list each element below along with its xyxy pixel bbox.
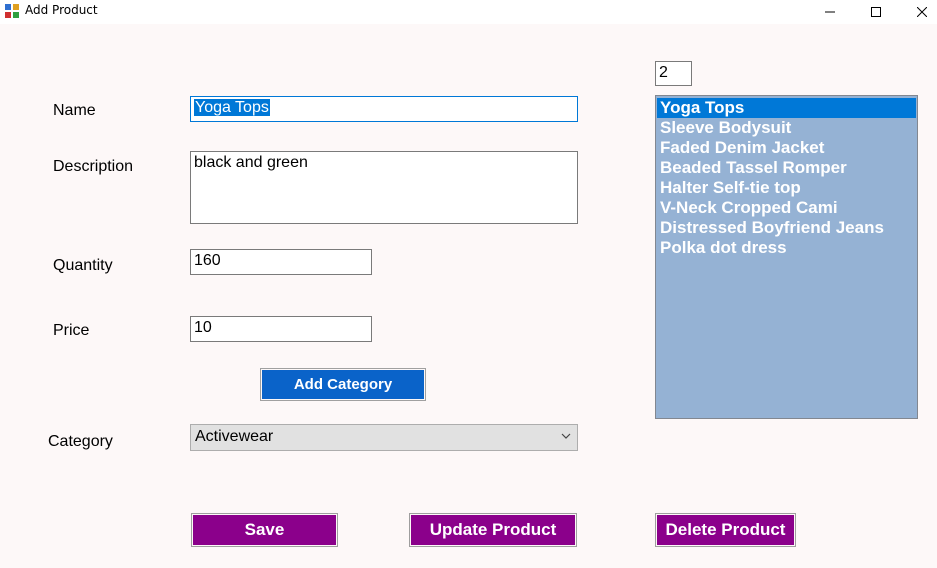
list-item[interactable]: V-Neck Cropped Cami	[657, 198, 916, 218]
name-value: Yoga Tops	[194, 99, 270, 116]
list-item[interactable]: Distressed Boyfriend Jeans	[657, 218, 916, 238]
product-listbox[interactable]: Yoga Tops Sleeve Bodysuit Faded Denim Ja…	[655, 95, 918, 419]
list-item[interactable]: Polka dot dress	[657, 238, 916, 258]
add-category-button[interactable]: Add Category	[260, 368, 426, 401]
list-item[interactable]: Faded Denim Jacket	[657, 138, 916, 158]
category-select[interactable]: Activewear	[190, 424, 578, 451]
app-icon	[5, 4, 19, 18]
close-button[interactable]	[899, 0, 937, 24]
description-value: black and green	[194, 154, 308, 171]
list-item[interactable]: Yoga Tops	[657, 98, 916, 118]
list-item[interactable]: Sleeve Bodysuit	[657, 118, 916, 138]
description-label: Description	[53, 158, 134, 175]
minimize-button[interactable]	[807, 0, 853, 24]
window-title: Add Product	[25, 3, 98, 17]
chevron-down-icon	[561, 433, 571, 439]
product-id-value: 2	[659, 64, 668, 81]
maximize-button[interactable]	[853, 0, 899, 24]
close-icon	[917, 7, 927, 17]
price-label: Price	[53, 322, 90, 339]
title-bar: Add Product	[0, 0, 937, 24]
minimize-icon	[825, 11, 835, 13]
description-textarea[interactable]: black and green	[190, 151, 578, 224]
maximize-icon	[871, 7, 881, 17]
price-input[interactable]: 10	[190, 316, 372, 342]
list-item[interactable]: Beaded Tassel Romper	[657, 158, 916, 178]
delete-product-button[interactable]: Delete Product	[655, 513, 796, 547]
product-id-input[interactable]: 2	[655, 61, 692, 86]
save-button[interactable]: Save	[191, 513, 338, 547]
category-value: Activewear	[195, 428, 274, 445]
price-value: 10	[194, 319, 212, 336]
quantity-value: 160	[194, 252, 221, 269]
category-label: Category	[48, 433, 113, 450]
list-item[interactable]: Halter Self-tie top	[657, 178, 916, 198]
update-product-button[interactable]: Update Product	[409, 513, 577, 547]
name-label: Name	[53, 102, 96, 119]
quantity-input[interactable]: 160	[190, 249, 372, 275]
name-input[interactable]: Yoga Tops	[190, 96, 578, 122]
quantity-label: Quantity	[53, 257, 113, 274]
